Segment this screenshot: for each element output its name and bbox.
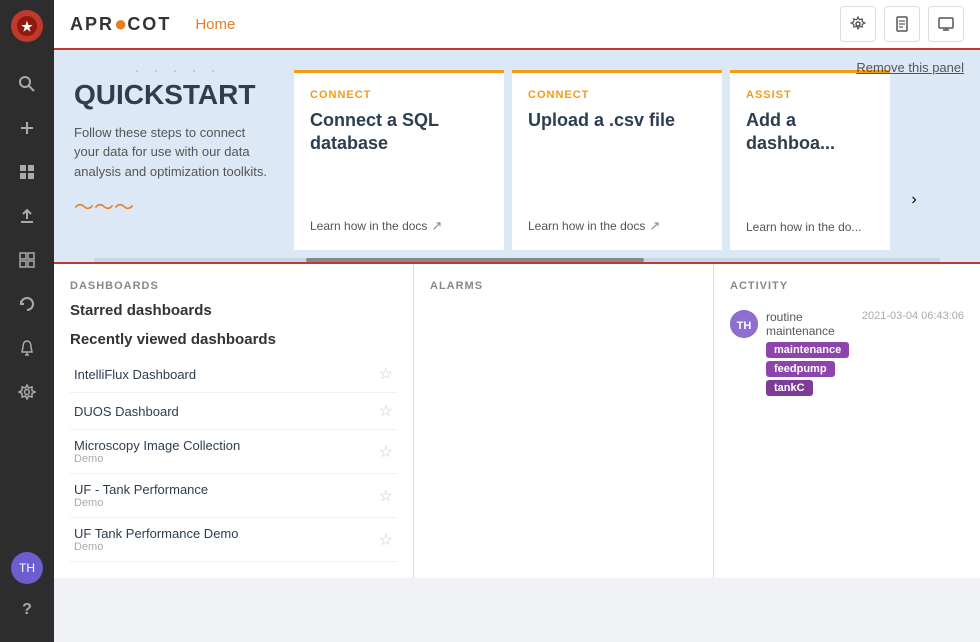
activity-panel: ACTIVITY TH routine maintenance maintena… bbox=[714, 264, 980, 578]
card-1-type: CONNECT bbox=[310, 89, 488, 101]
help-icon[interactable]: ? bbox=[9, 592, 45, 628]
recent-dashboards-label-wrapper: Recently viewed dashboards bbox=[70, 331, 397, 348]
bottom-section: DASHBOARDS Starred dashboards Recently v… bbox=[54, 262, 980, 578]
quickstart-wave: 〜〜〜 bbox=[74, 191, 274, 220]
activity-avatar-1: TH bbox=[730, 310, 758, 338]
activity-text-1: routine maintenance bbox=[766, 310, 854, 338]
card-3-title: Add a dashboa... bbox=[746, 109, 874, 204]
monitor-header-button[interactable] bbox=[928, 6, 964, 42]
dashboard-name-4: UF - Tank Performance bbox=[74, 482, 379, 497]
refresh-nav-icon[interactable] bbox=[9, 286, 45, 322]
svg-text:★: ★ bbox=[21, 19, 33, 34]
doc-header-button[interactable] bbox=[884, 6, 920, 42]
dashboards-panel-title: DASHBOARDS bbox=[70, 280, 397, 292]
external-link-icon-1: ↗ bbox=[431, 218, 442, 234]
user-avatar[interactable]: TH bbox=[11, 552, 43, 584]
quickstart-card-2: CONNECT Upload a .csv file Learn how in … bbox=[512, 70, 722, 250]
recent-dashboards-label: Recently viewed dashboards bbox=[70, 331, 397, 348]
star-icon-4[interactable]: ☆ bbox=[379, 486, 393, 506]
star-icon-3[interactable]: ☆ bbox=[379, 442, 393, 462]
search-nav-icon[interactable] bbox=[9, 66, 45, 102]
dashboard-name-3: Microscopy Image Collection bbox=[74, 438, 379, 453]
dashboard-item-duos[interactable]: DUOS Dashboard ☆ bbox=[70, 393, 397, 430]
card-2-title: Upload a .csv file bbox=[528, 109, 706, 202]
quickstart-panel: Remove this panel · · · · · QUICKSTART F… bbox=[54, 50, 980, 262]
settings-nav-icon[interactable] bbox=[9, 374, 45, 410]
decorative-dots: · · · · · bbox=[134, 60, 220, 81]
grid-nav-icon[interactable] bbox=[9, 154, 45, 190]
main-nav: Home bbox=[195, 16, 840, 33]
gear-header-button[interactable] bbox=[840, 6, 876, 42]
card-3-type: ASSIST bbox=[746, 89, 874, 101]
logo-text-2: COT bbox=[127, 14, 171, 35]
card-1-title: Connect a SQL database bbox=[310, 109, 488, 202]
main-content: APR ● COT Home Remove this panel · · · ·… bbox=[54, 0, 980, 642]
add-nav-icon[interactable] bbox=[9, 110, 45, 146]
dashboard-item-intelliflux[interactable]: IntelliFlux Dashboard ☆ bbox=[70, 356, 397, 393]
activity-item-1: TH routine maintenance maintenance feedp… bbox=[730, 302, 964, 404]
star-icon-1[interactable]: ☆ bbox=[379, 364, 393, 384]
activity-tags-1: maintenance feedpump tankC bbox=[766, 342, 854, 396]
quickstart-card-3: ASSIST Add a dashboa... Learn how in the… bbox=[730, 70, 890, 250]
dashboard-tag-5: Demo bbox=[74, 541, 379, 553]
dashboards-panel: DASHBOARDS Starred dashboards Recently v… bbox=[54, 264, 414, 578]
app-header: APR ● COT Home bbox=[54, 0, 980, 50]
bell-nav-icon[interactable] bbox=[9, 330, 45, 366]
dashboard-tag-4: Demo bbox=[74, 497, 379, 509]
card-3-link[interactable]: Learn how in the do... bbox=[746, 220, 874, 234]
cards-scrollbar bbox=[94, 258, 940, 262]
sidebar-logo[interactable]: ★ bbox=[11, 10, 43, 42]
activity-panel-title: ACTIVITY bbox=[730, 280, 964, 292]
quickstart-cards: CONNECT Connect a SQL database Learn how… bbox=[294, 70, 960, 250]
dashboard-tag-3: Demo bbox=[74, 453, 379, 465]
tag-feedpump: feedpump bbox=[766, 361, 835, 377]
dashboard-name-5: UF Tank Performance Demo bbox=[74, 526, 379, 541]
external-link-icon-2: ↗ bbox=[649, 218, 660, 234]
svg-text:TH: TH bbox=[737, 320, 752, 332]
remove-panel-button[interactable]: Remove this panel bbox=[856, 60, 964, 75]
star-icon-2[interactable]: ☆ bbox=[379, 401, 393, 421]
header-actions bbox=[840, 6, 964, 42]
cards-next-button[interactable]: › bbox=[898, 184, 930, 216]
dashboard-item-uf-tank[interactable]: UF - Tank Performance Demo ☆ bbox=[70, 474, 397, 518]
activity-timestamp-1: 2021-03-04 06:43:06 bbox=[862, 310, 964, 322]
starred-dashboards-label: Starred dashboards bbox=[70, 302, 397, 319]
alarms-panel-title: ALARMS bbox=[430, 280, 697, 292]
star-icon-5[interactable]: ☆ bbox=[379, 530, 393, 550]
card-2-type: CONNECT bbox=[528, 89, 706, 101]
page-content: Remove this panel · · · · · QUICKSTART F… bbox=[54, 50, 980, 642]
card-2-link[interactable]: Learn how in the docs ↗ bbox=[528, 218, 706, 234]
tiles-nav-icon[interactable] bbox=[9, 242, 45, 278]
alarms-panel: ALARMS bbox=[414, 264, 714, 578]
card-1-link[interactable]: Learn how in the docs ↗ bbox=[310, 218, 488, 234]
dashboard-item-microscopy[interactable]: Microscopy Image Collection Demo ☆ bbox=[70, 430, 397, 474]
quickstart-title: QUICKSTART bbox=[74, 80, 274, 111]
cards-scrollbar-thumb bbox=[306, 258, 644, 262]
home-nav-item[interactable]: Home bbox=[195, 16, 235, 33]
dashboard-name-1: IntelliFlux Dashboard bbox=[74, 367, 379, 382]
upload-nav-icon[interactable] bbox=[9, 198, 45, 234]
tag-maintenance: maintenance bbox=[766, 342, 849, 358]
activity-details-1: routine maintenance maintenance feedpump… bbox=[766, 310, 854, 396]
logo-text: APR bbox=[70, 14, 114, 35]
dashboard-item-uf-tank-perf[interactable]: UF Tank Performance Demo Demo ☆ bbox=[70, 518, 397, 562]
dashboard-name-2: DUOS Dashboard bbox=[74, 404, 379, 419]
sidebar: ★ TH ? bbox=[0, 0, 54, 642]
tag-tankc: tankC bbox=[766, 380, 813, 396]
logo-circle-icon: ● bbox=[114, 11, 127, 37]
quickstart-desc: Follow these steps to connect your data … bbox=[74, 123, 274, 182]
logo: APR ● COT bbox=[70, 11, 171, 37]
quickstart-description: QUICKSTART Follow these steps to connect… bbox=[74, 70, 294, 240]
quickstart-card-1: CONNECT Connect a SQL database Learn how… bbox=[294, 70, 504, 250]
